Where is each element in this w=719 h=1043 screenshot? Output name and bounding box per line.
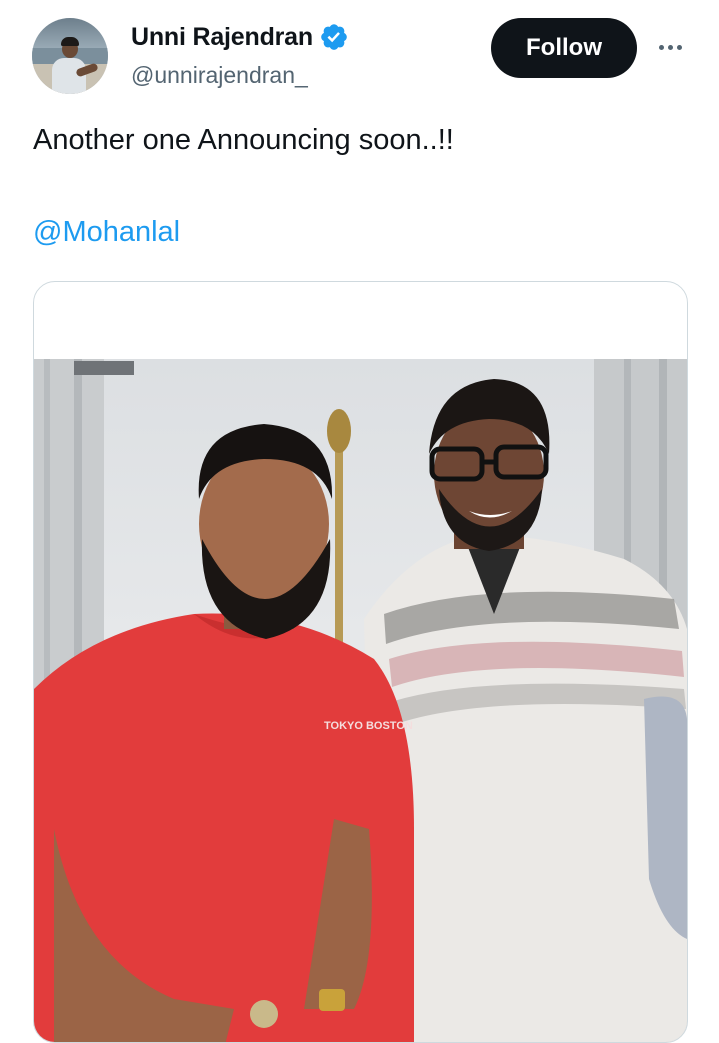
- verified-badge-icon: [321, 24, 347, 50]
- tweet-text: Another one Announcing soon..!!: [33, 124, 454, 156]
- tshirt-print: TOKYO BOSTON: [324, 720, 413, 732]
- wristwatch: [319, 989, 345, 1011]
- wall-ornament-top: [327, 409, 351, 453]
- bracelet: [250, 1000, 278, 1028]
- author-name-row[interactable]: Unni Rajendran: [131, 22, 349, 52]
- mention-link[interactable]: @Mohanlal: [33, 216, 180, 249]
- author-handle[interactable]: @unnirajendran_: [131, 62, 308, 89]
- author-avatar[interactable]: [32, 18, 108, 94]
- more-dot: [667, 44, 673, 50]
- curtain-rod: [74, 361, 134, 375]
- tweet-photo[interactable]: TOKYO BOSTON: [34, 359, 687, 1042]
- author-name[interactable]: Unni Rajendran: [131, 23, 313, 52]
- photo-illustration: TOKYO BOSTON: [34, 359, 687, 1042]
- follow-button[interactable]: Follow: [491, 18, 637, 78]
- wall-ornament: [335, 419, 343, 649]
- more-dot: [658, 44, 664, 50]
- avatar-figure-hair: [61, 37, 79, 46]
- media-card[interactable]: TOKYO BOSTON: [33, 281, 688, 1043]
- more-dot: [676, 44, 682, 50]
- more-options-icon[interactable]: [652, 34, 688, 60]
